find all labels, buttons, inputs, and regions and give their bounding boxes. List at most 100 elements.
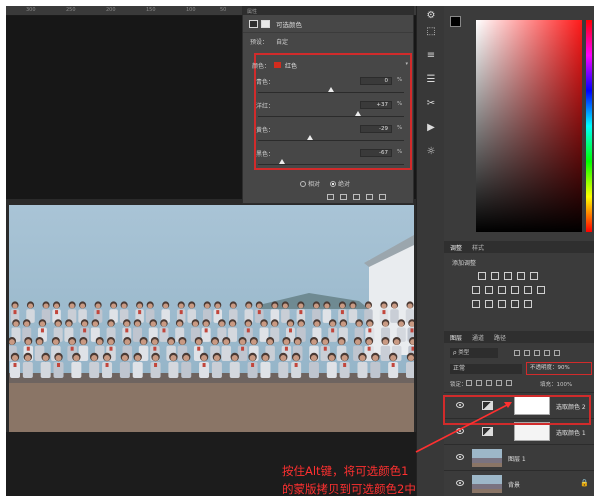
gradient-map-icon[interactable] bbox=[511, 300, 519, 308]
preset-value[interactable]: 自定 bbox=[276, 39, 288, 46]
tab-properties[interactable]: 属性 bbox=[247, 8, 257, 15]
slider-track[interactable] bbox=[258, 164, 404, 165]
lock-artboard-icon[interactable] bbox=[496, 380, 502, 386]
slider-track[interactable] bbox=[258, 92, 404, 93]
selective-color-icon[interactable] bbox=[524, 300, 532, 308]
slider-thumb[interactable] bbox=[306, 135, 313, 140]
color-balance-icon[interactable] bbox=[485, 286, 493, 294]
brightness-icon[interactable] bbox=[478, 272, 486, 280]
channel-mixer-icon[interactable] bbox=[524, 286, 532, 294]
student-face bbox=[168, 339, 174, 345]
student-face bbox=[212, 339, 218, 345]
color-picker-field[interactable] bbox=[476, 20, 582, 232]
layer-name[interactable]: 选取颜色 1 bbox=[556, 428, 586, 437]
slider-thumb[interactable] bbox=[279, 159, 286, 164]
black-white-icon[interactable] bbox=[498, 286, 506, 294]
color-swatches[interactable] bbox=[450, 16, 470, 36]
student-face bbox=[249, 355, 256, 361]
slider-thumb[interactable] bbox=[328, 87, 334, 92]
student-face bbox=[390, 355, 397, 361]
student-face bbox=[328, 355, 335, 361]
eye-icon[interactable] bbox=[456, 480, 464, 486]
radio-absolute[interactable]: 绝对 bbox=[330, 179, 350, 188]
lock-move-icon[interactable] bbox=[486, 380, 492, 386]
reset-icon[interactable] bbox=[353, 194, 360, 200]
layer-name[interactable]: 图层 1 bbox=[508, 454, 526, 463]
hue-slider[interactable] bbox=[586, 20, 592, 232]
delete-icon[interactable] bbox=[379, 194, 386, 200]
layer-name[interactable]: 背景 bbox=[508, 480, 520, 489]
exposure-icon[interactable] bbox=[517, 272, 525, 280]
history-icon[interactable]: ⚙ bbox=[425, 10, 437, 22]
pixel-filter-icon[interactable] bbox=[514, 350, 520, 356]
adjustment-icon[interactable] bbox=[249, 19, 258, 28]
visibility-icon[interactable] bbox=[366, 194, 373, 200]
color-lookup-icon[interactable] bbox=[537, 286, 545, 294]
slider-thumb[interactable] bbox=[355, 111, 361, 116]
tab-channels[interactable]: 通道 bbox=[472, 333, 484, 342]
tab-layers[interactable]: 图层 bbox=[450, 333, 462, 342]
layer-filter-select[interactable]: ρ 类型 bbox=[450, 348, 498, 358]
mask-icon[interactable] bbox=[261, 19, 270, 28]
student-face bbox=[73, 355, 80, 361]
clip-to-layer-icon[interactable] bbox=[327, 194, 334, 200]
tab-paths[interactable]: 路径 bbox=[494, 333, 506, 342]
posterize-icon[interactable] bbox=[485, 300, 493, 308]
photoshop-window: 300 250 200 150 100 50 属性 可选颜色 预设： 自定 颜色… bbox=[6, 6, 594, 496]
student-face bbox=[338, 339, 345, 345]
student-face bbox=[341, 355, 348, 361]
adjustment-filter-icon[interactable] bbox=[524, 350, 530, 356]
vibrance-icon[interactable] bbox=[530, 272, 538, 280]
lock-brush-icon[interactable] bbox=[476, 380, 482, 386]
threshold-icon[interactable] bbox=[498, 300, 506, 308]
levels-icon[interactable] bbox=[491, 272, 499, 280]
type-filter-icon[interactable] bbox=[534, 350, 540, 356]
lock-transparency-icon[interactable] bbox=[466, 380, 472, 386]
color-select-dropdown[interactable]: 颜色： 红色 ▾ bbox=[252, 61, 410, 71]
fill-field[interactable]: 填充：100% bbox=[540, 380, 572, 388]
student-face bbox=[229, 321, 236, 327]
align-icon[interactable]: ☰ bbox=[425, 74, 437, 86]
opacity-field[interactable]: 不透明度：90% bbox=[526, 362, 592, 375]
ruler-mark: 50 bbox=[220, 7, 227, 13]
slider-value-field[interactable]: +37 bbox=[360, 101, 392, 109]
bulb-icon[interactable]: ☼ bbox=[425, 146, 437, 158]
lock-all-icon[interactable] bbox=[506, 380, 512, 386]
student-scarf bbox=[83, 328, 87, 333]
view-previous-icon[interactable] bbox=[340, 194, 347, 200]
tab-adjustments[interactable]: 调整 bbox=[450, 243, 462, 252]
student-face bbox=[179, 339, 186, 345]
layers-icon[interactable]: ⬚ bbox=[425, 26, 437, 38]
slider-value-field[interactable]: -67 bbox=[360, 149, 392, 157]
student-face bbox=[111, 303, 117, 309]
student-body bbox=[211, 362, 222, 378]
layer-row[interactable]: 背景 🔒 bbox=[444, 470, 594, 496]
tab-styles[interactable]: 样式 bbox=[472, 243, 484, 252]
group-photo[interactable] bbox=[9, 205, 414, 432]
foreground-color-swatch[interactable] bbox=[450, 16, 461, 27]
adjust-icon[interactable]: ≡ bbox=[425, 50, 437, 62]
preset-row[interactable]: 预设： 自定 bbox=[250, 37, 288, 46]
hue-saturation-icon[interactable] bbox=[472, 286, 480, 294]
eye-icon[interactable] bbox=[456, 428, 464, 434]
eye-icon[interactable] bbox=[456, 454, 464, 460]
slider-value-field[interactable]: -29 bbox=[360, 125, 392, 133]
radio-relative[interactable]: 相对 bbox=[300, 179, 320, 188]
play-icon[interactable]: ▶ bbox=[425, 122, 437, 134]
blend-mode-select[interactable]: 正常 bbox=[450, 364, 522, 374]
smart-filter-icon[interactable] bbox=[554, 350, 560, 356]
shape-filter-icon[interactable] bbox=[544, 350, 550, 356]
student-face bbox=[293, 355, 300, 361]
slider-value-field[interactable]: 0 bbox=[360, 77, 392, 85]
student-body bbox=[168, 362, 179, 378]
student-scarf bbox=[55, 310, 59, 315]
tools-icon[interactable]: ✂ bbox=[425, 98, 437, 110]
slider-track[interactable] bbox=[258, 116, 404, 117]
lock-icons bbox=[466, 380, 512, 386]
slider-track[interactable] bbox=[258, 140, 404, 141]
photo-filter-icon[interactable] bbox=[511, 286, 519, 294]
invert-icon[interactable] bbox=[472, 300, 480, 308]
student-face bbox=[382, 321, 389, 327]
curves-icon[interactable] bbox=[504, 272, 512, 280]
layer-row[interactable]: 图层 1 bbox=[444, 444, 594, 470]
